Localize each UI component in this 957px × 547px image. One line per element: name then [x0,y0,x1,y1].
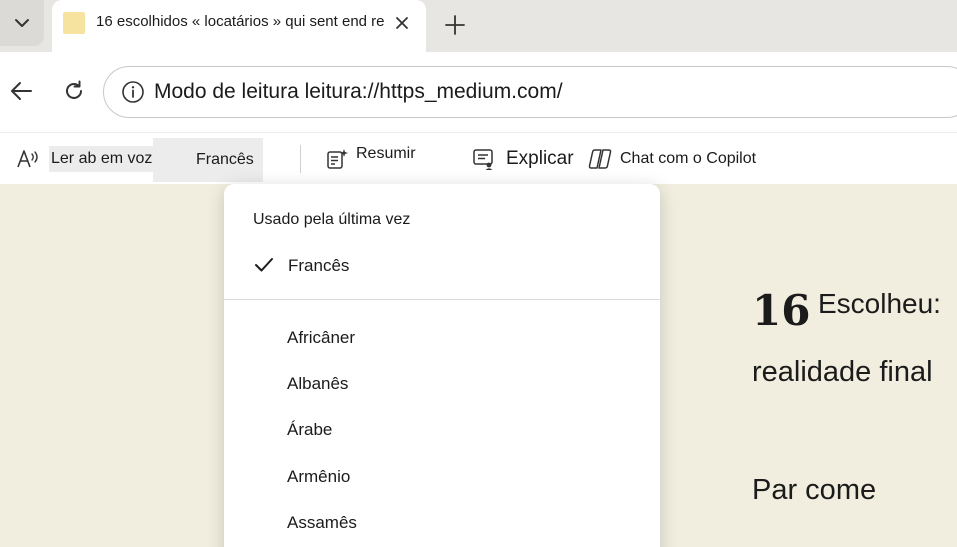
explain-icon [472,147,496,171]
copilot-chat-label: Chat com o Copilot [620,150,757,167]
article-line: Par come [752,474,877,506]
menu-divider [224,299,660,300]
summarize-label: Resumir [356,145,416,162]
info-icon[interactable] [121,80,145,104]
language-option-label: Albanês [287,374,349,393]
language-option-label: Armênio [287,467,351,486]
refresh-icon [62,79,86,103]
language-selector[interactable]: Francês [153,138,263,182]
back-button[interactable] [9,78,35,104]
language-option[interactable]: Assamês [224,503,660,543]
language-option[interactable]: Albanês [224,364,660,404]
language-option-label: Africâner [287,328,356,347]
summarize-icon [326,148,348,170]
read-aloud-icon[interactable] [16,133,40,185]
page-favicon-icon [63,12,85,34]
close-icon [395,16,409,30]
copilot-icon [588,148,612,170]
language-option[interactable]: Armênio [224,457,660,497]
explain-label: Explicar [506,148,574,169]
language-option-label: Assamês [287,513,357,532]
language-option-label: Árabe [287,420,333,439]
language-dropdown: Usado pela última vez Francês Africâner … [224,184,660,547]
language-option[interactable]: Africâner [224,318,660,358]
arrow-left-icon [9,78,35,104]
language-option-selected[interactable]: Francês [224,246,660,286]
tab-actions-button[interactable] [0,0,44,46]
new-tab-button[interactable] [440,10,470,40]
url-text: Modo de leitura leitura://https_medium.c… [154,80,563,103]
tab-close-button[interactable] [392,13,412,33]
reader-toolbar: Ler ab em voz alta Francês Resumir Expli… [0,132,957,184]
recent-languages-header: Usado pela última vez [253,211,411,228]
chevron-down-icon [12,13,32,33]
language-option[interactable]: Árabe [224,410,660,450]
tab-title: 16 escolhidos « locatários » qui sent en… [96,13,385,30]
address-bar[interactable]: Modo de leitura leitura://https_medium.c… [103,66,957,118]
toolbar-divider [300,145,301,173]
summarize-button[interactable]: Resumir [326,133,416,185]
explain-button[interactable]: Explicar [472,133,574,185]
tab-strip: 16 escolhidos « locatários » qui sent en… [0,0,957,52]
navigation-bar: Modo de leitura leitura://https_medium.c… [0,52,957,132]
article-line: realidade final [752,356,933,388]
article-heading: Escolheu: [818,288,941,319]
plus-icon [444,14,466,36]
language-option-label: Francês [288,256,350,275]
refresh-button[interactable] [61,78,87,104]
copilot-chat-button[interactable]: Chat com o Copilot [588,133,756,185]
active-tab[interactable]: 16 escolhidos « locatários » qui sent en… [52,0,426,52]
checkmark-icon [254,257,274,273]
article-number: 16 [752,286,811,335]
